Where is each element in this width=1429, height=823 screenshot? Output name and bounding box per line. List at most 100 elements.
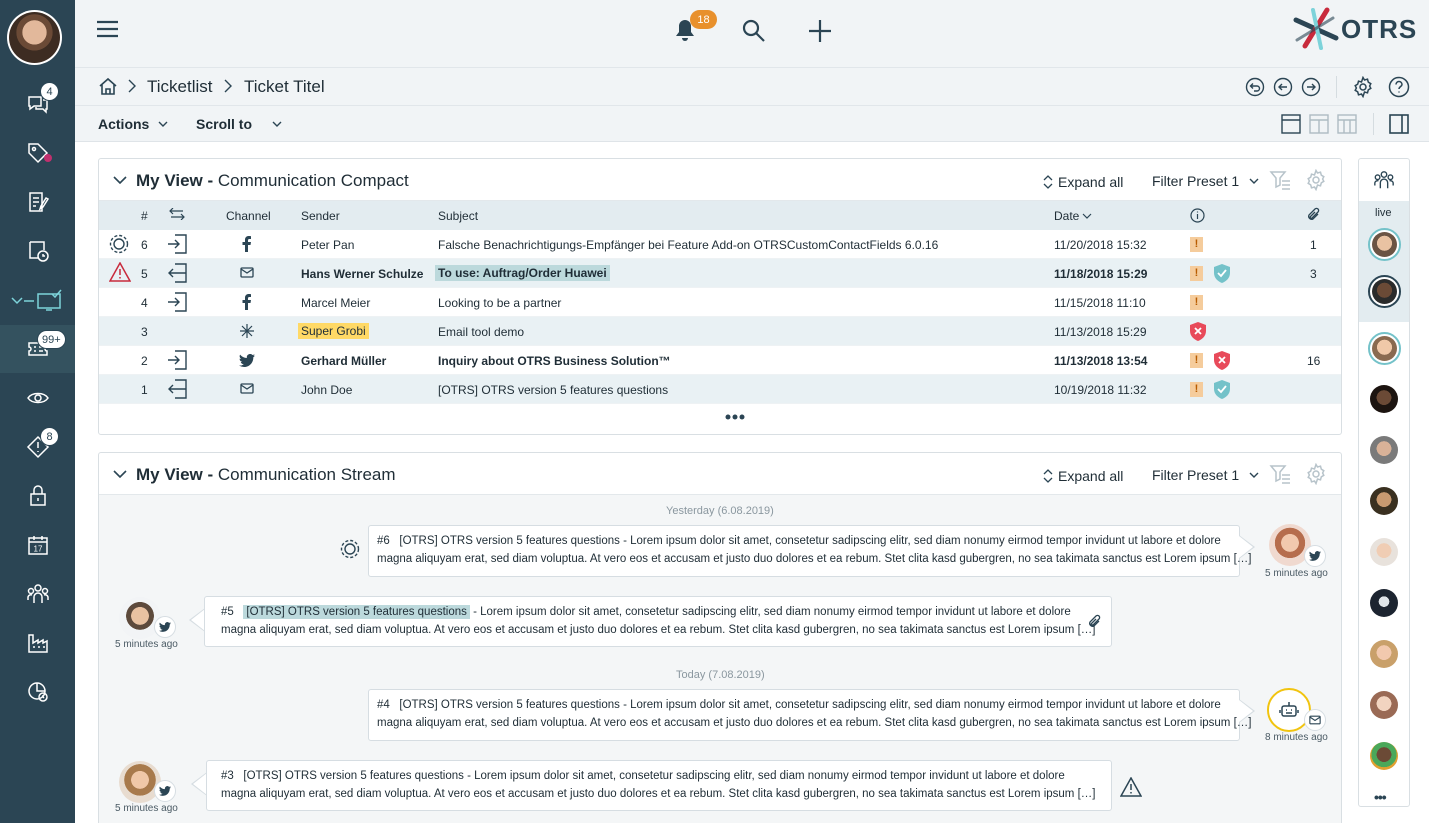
- row-subject[interactable]: [OTRS] OTRS version 5 features questions: [438, 383, 668, 397]
- agent-avatar[interactable]: [1370, 487, 1398, 515]
- more-agents[interactable]: •••: [1374, 789, 1387, 805]
- panel-settings-icon[interactable]: [1305, 463, 1327, 485]
- table-row[interactable]: 3 Super Grobi Email tool demo 11/13/2018…: [99, 317, 1341, 346]
- calendar-icon[interactable]: 17: [0, 521, 75, 569]
- stream-message[interactable]: #3 [OTRS] OTRS version 5 features questi…: [206, 760, 1112, 811]
- filter-preset-dropdown[interactable]: Filter Preset 1: [1152, 173, 1259, 189]
- scroll-to-dropdown[interactable]: Scroll to: [196, 116, 282, 132]
- reports-icon[interactable]: [0, 668, 75, 716]
- undo-icon[interactable]: [1245, 77, 1265, 97]
- collapse-chevron-icon[interactable]: [113, 176, 127, 184]
- row-attachments: 1: [1310, 238, 1317, 252]
- twitter-badge-icon: [154, 616, 176, 638]
- collapse-chevron-icon[interactable]: [113, 470, 127, 478]
- breadcrumb-ticketlist[interactable]: Ticketlist: [147, 77, 213, 97]
- user-avatar[interactable]: [7, 10, 62, 65]
- help-icon[interactable]: [1388, 76, 1410, 98]
- row-sender: Hans Werner Schulze: [301, 267, 424, 281]
- info-col-icon[interactable]: [1190, 208, 1205, 223]
- agent-avatar[interactable]: [1368, 275, 1401, 308]
- stream-message[interactable]: #6 [OTRS] OTRS version 5 features questi…: [368, 525, 1251, 577]
- layout-two-column-icon[interactable]: [1309, 114, 1329, 134]
- filter-list-icon[interactable]: [1269, 169, 1291, 191]
- more-rows-icon[interactable]: [725, 414, 745, 420]
- table-row[interactable]: 6 Peter Pan Falsche Benachrichtigungs-Em…: [99, 230, 1341, 259]
- actions-dropdown[interactable]: Actions: [98, 116, 168, 132]
- layout-single-icon[interactable]: [1281, 114, 1301, 134]
- home-icon[interactable]: [98, 76, 118, 96]
- col-date[interactable]: Date: [1054, 209, 1079, 223]
- attachment-col-icon[interactable]: [1307, 207, 1321, 223]
- table-row[interactable]: 1 John Doe [OTRS] OTRS version 5 feature…: [99, 375, 1341, 404]
- monitor-icon[interactable]: [0, 276, 75, 324]
- incoming-icon: [167, 292, 187, 312]
- scroll-to-label: Scroll to: [196, 116, 253, 132]
- row-subject[interactable]: Inquiry about OTRS Business Solution™: [438, 354, 671, 368]
- expand-all-button[interactable]: Expand all: [1043, 468, 1123, 484]
- arrow-left-icon[interactable]: [1273, 77, 1293, 97]
- ticket-icon[interactable]: 99+: [0, 325, 75, 373]
- panel-settings-icon[interactable]: [1305, 169, 1327, 191]
- agent-avatar[interactable]: [1370, 538, 1398, 566]
- sidebar-toggle-icon[interactable]: [1389, 114, 1409, 134]
- table-row[interactable]: 5 Hans Werner Schulze To use: Auftrag/Or…: [99, 259, 1341, 288]
- row-subject[interactable]: Looking to be a partner: [438, 296, 561, 310]
- alert-icon[interactable]: 8: [0, 423, 75, 471]
- stream-message[interactable]: #5 [OTRS] OTRS version 5 features questi…: [204, 596, 1112, 647]
- agent-avatar[interactable]: [1370, 436, 1398, 464]
- sort-desc-icon[interactable]: [1082, 213, 1092, 219]
- col-subject[interactable]: Subject: [438, 209, 478, 223]
- direction-col-icon[interactable]: [169, 208, 185, 220]
- table-row[interactable]: 2 Gerhard Müller Inquiry about OTRS Busi…: [99, 346, 1341, 375]
- agent-avatar[interactable]: [1368, 228, 1401, 261]
- factory-icon[interactable]: [0, 619, 75, 667]
- stream-message[interactable]: #4 [OTRS] OTRS version 5 features questi…: [368, 689, 1251, 741]
- attachment-icon[interactable]: [1088, 614, 1102, 630]
- breadcrumb-ticket-title: Ticket Titel: [244, 77, 325, 96]
- col-sender[interactable]: Sender: [301, 209, 340, 223]
- arrow-right-icon[interactable]: [1301, 77, 1321, 97]
- chat-icon[interactable]: 4: [0, 80, 75, 128]
- otrs-logo-icon: [1293, 7, 1339, 50]
- team-icon[interactable]: [1373, 169, 1395, 191]
- team-icon[interactable]: [0, 570, 75, 618]
- agent-avatar[interactable]: [1370, 640, 1398, 668]
- incoming-icon: [167, 350, 187, 370]
- layout-three-column-icon[interactable]: [1337, 114, 1357, 134]
- email-icon: [240, 383, 254, 394]
- plus-icon[interactable]: [808, 19, 832, 43]
- filter-list-icon[interactable]: [1269, 463, 1291, 485]
- agent-avatar[interactable]: [1368, 332, 1401, 365]
- agent-avatar[interactable]: [1370, 742, 1398, 770]
- otrs-logo[interactable]: OTRS: [1293, 6, 1417, 52]
- msg-body-2: magna aliquyam erat, sed diam voluptua. …: [221, 788, 1096, 800]
- chevron-down-icon: [272, 121, 282, 127]
- table-row[interactable]: 4 Marcel Meier Looking to be a partner 1…: [99, 288, 1341, 317]
- twitter-badge-icon: [154, 780, 176, 802]
- clock-icon[interactable]: [0, 227, 75, 275]
- row-subject[interactable]: Email tool demo: [438, 325, 524, 339]
- eye-icon[interactable]: [0, 374, 75, 422]
- tag-dot: [44, 154, 52, 162]
- agent-avatar[interactable]: [1370, 691, 1398, 719]
- tickets-badge: 99+: [37, 330, 66, 349]
- agent-avatar[interactable]: [1370, 385, 1398, 413]
- agent-avatar[interactable]: [1370, 589, 1398, 617]
- lock-icon[interactable]: [0, 472, 75, 520]
- col-num[interactable]: #: [141, 209, 148, 223]
- search-icon[interactable]: [742, 19, 766, 43]
- notes-icon[interactable]: [0, 178, 75, 226]
- panel-header: My View - Communication Stream Expand al…: [99, 453, 1341, 495]
- row-subject[interactable]: Falsche Benachrichtigungs-Empfänger bei …: [438, 238, 938, 252]
- menu-icon[interactable]: [97, 19, 119, 39]
- col-channel[interactable]: Channel: [226, 209, 271, 223]
- expand-all-button[interactable]: Expand all: [1043, 174, 1123, 190]
- row-num: 5: [141, 267, 148, 281]
- bot-avatar[interactable]: [1267, 688, 1311, 732]
- internal-star-icon: [240, 324, 254, 338]
- gear-icon[interactable]: [1352, 76, 1374, 98]
- outgoing-icon: [167, 263, 187, 283]
- tag-icon[interactable]: [0, 129, 75, 177]
- filter-preset-dropdown[interactable]: Filter Preset 1: [1152, 467, 1259, 483]
- row-subject[interactable]: To use: Auftrag/Order Huawei: [435, 265, 610, 281]
